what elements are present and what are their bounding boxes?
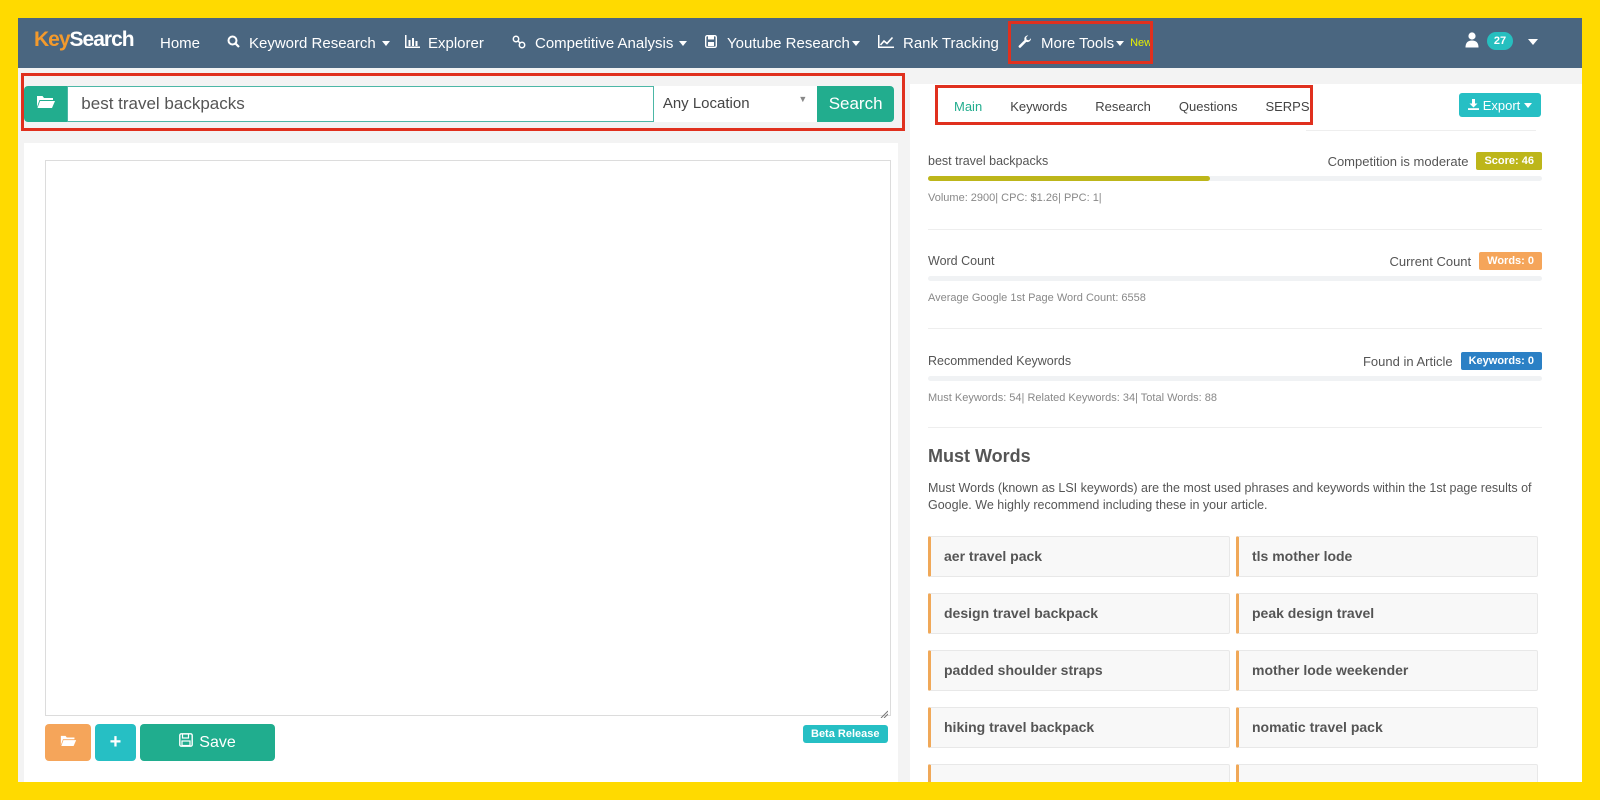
word-count-title: Word Count <box>928 254 995 268</box>
section-divider <box>928 328 1542 329</box>
section-divider <box>928 427 1542 428</box>
must-word-item[interactable]: mother lode weekender <box>1236 650 1538 691</box>
must-word-item[interactable]: padded shoulder straps <box>928 650 1230 691</box>
beta-release-badge: Beta Release <box>803 725 888 743</box>
must-words-grid: aer travel pack tls mother lode design t… <box>928 536 1542 782</box>
save-button[interactable]: Save <box>140 724 275 761</box>
nav-competitive-analysis[interactable]: Competitive Analysis <box>512 18 688 68</box>
nav-home[interactable]: Home <box>160 18 200 68</box>
keyword-metrics: Volume: 2900| CPC: $1.26| PPC: 1| <box>928 192 1102 204</box>
competition-score-fill <box>928 176 1211 181</box>
words-badge: Words: 0 <box>1479 252 1542 270</box>
app-frame: KeySearch Home Keyword Research Explorer… <box>18 18 1582 782</box>
current-count-label: Current Count <box>1389 253 1472 269</box>
recommended-keywords-title: Recommended Keywords <box>928 354 1072 368</box>
open-folder-button[interactable] <box>24 86 68 122</box>
competition-score-bar <box>928 176 1542 181</box>
chevron-down-icon <box>679 40 688 46</box>
chevron-down-icon <box>851 40 860 46</box>
tabs-divider <box>1306 130 1536 131</box>
average-word-count: Average Google 1st Page Word Count: 6558 <box>928 292 1146 304</box>
keyword-search-input[interactable] <box>67 86 654 122</box>
export-button[interactable]: Export <box>1459 93 1541 117</box>
resize-handle-icon[interactable] <box>880 705 889 719</box>
nav-explorer[interactable]: Explorer <box>405 18 484 68</box>
word-count-bar <box>928 276 1542 281</box>
highlight-more-tools <box>1008 21 1153 64</box>
plus-icon: + <box>109 731 122 753</box>
user-menu-chevron-icon[interactable] <box>1528 39 1538 45</box>
editor-actions: + Save <box>45 724 275 761</box>
nav-rank-tracking[interactable]: Rank Tracking <box>878 18 999 68</box>
top-navbar: KeySearch Home Keyword Research Explorer… <box>18 18 1582 68</box>
article-editor-textarea[interactable] <box>45 160 891 719</box>
must-word-item[interactable]: peak design travel <box>1236 593 1538 634</box>
nav-youtube-research[interactable]: Youtube Research <box>704 18 860 68</box>
floppy-disk-icon <box>179 733 194 752</box>
notification-count-badge[interactable]: 27 <box>1487 32 1513 50</box>
folder-open-icon <box>60 734 77 752</box>
must-word-item[interactable]: nomatic travel pack <box>1236 707 1538 748</box>
must-word-item[interactable]: tls mother lode <box>1236 536 1538 577</box>
search-button[interactable]: Search <box>817 86 894 122</box>
competition-label: Competition is moderate <box>1327 153 1469 169</box>
user-icon[interactable] <box>1465 32 1479 50</box>
open-document-button[interactable] <box>45 724 91 761</box>
nav-keyword-research[interactable]: Keyword Research <box>226 18 390 68</box>
keyword-totals: Must Keywords: 54| Related Keywords: 34|… <box>928 392 1218 404</box>
competition-section: best travel backpacks Competition is mod… <box>928 152 1542 252</box>
highlight-tabs <box>935 85 1313 125</box>
bar-chart-icon <box>405 35 420 51</box>
location-select[interactable]: Any Location ▼ <box>653 86 818 122</box>
must-word-item[interactable]: design travel backpack <box>928 593 1230 634</box>
dropdown-triangle-icon: ▼ <box>798 94 808 104</box>
download-icon <box>1467 98 1479 113</box>
score-badge: Score: 46 <box>1476 152 1542 170</box>
save-icon <box>704 34 718 51</box>
folder-open-icon <box>36 94 56 114</box>
must-word-item[interactable] <box>928 764 1230 782</box>
search-icon <box>226 35 240 51</box>
competition-keyword: best travel backpacks <box>928 154 1049 168</box>
found-in-article-label: Found in Article <box>1362 353 1453 369</box>
chevron-down-icon <box>381 40 390 46</box>
section-divider <box>928 229 1542 230</box>
word-count-section: Word Count Current Count Words: 0 Averag… <box>928 252 1542 352</box>
add-document-button[interactable]: + <box>95 724 136 761</box>
search-bar: Any Location ▼ Search <box>24 86 894 122</box>
must-words-description: Must Words (known as LSI keywords) are t… <box>928 481 1532 512</box>
must-word-item[interactable]: aer travel pack <box>928 536 1230 577</box>
must-word-item[interactable] <box>1236 764 1538 782</box>
must-word-item[interactable]: hiking travel backpack <box>928 707 1230 748</box>
keysearch-logo[interactable]: KeySearch <box>34 28 135 52</box>
link-icon <box>512 35 526 52</box>
recommended-keywords-section: Recommended Keywords Found in Article Ke… <box>928 352 1542 452</box>
keywords-badge: Keywords: 0 <box>1460 352 1542 370</box>
line-chart-icon <box>878 35 894 51</box>
chevron-down-icon <box>1524 102 1533 108</box>
must-words-heading: Must Words <box>928 446 1031 466</box>
keywords-found-bar <box>928 376 1542 381</box>
